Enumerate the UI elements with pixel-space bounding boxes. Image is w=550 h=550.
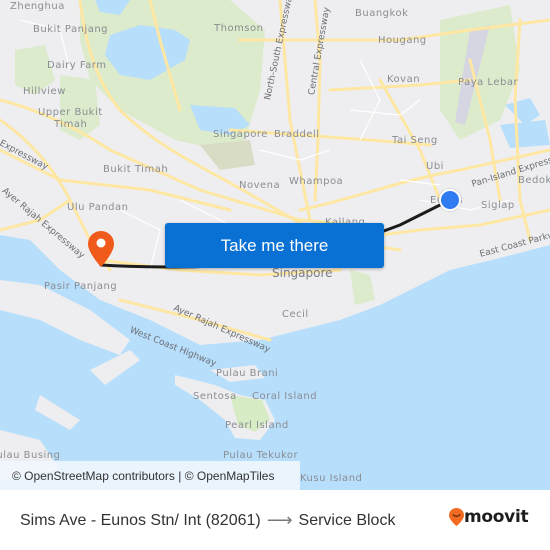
place-label: Braddell: [274, 129, 320, 140]
place-label: Bedok: [518, 175, 550, 186]
place-label: Bukit Timah: [103, 164, 169, 175]
place-label: Buangkok: [355, 8, 409, 19]
place-label: Novena: [239, 180, 281, 191]
place-label: Coral Island: [252, 391, 318, 402]
gardens-by-bay: [350, 270, 375, 305]
place-label: Hillview: [23, 86, 66, 97]
take-me-there-button[interactable]: Take me there: [165, 223, 384, 268]
arrow-right-icon: ⟶: [266, 510, 293, 530]
map-attribution[interactable]: © OpenStreetMap contributors | © OpenMap…: [0, 461, 300, 490]
moovit-pin-icon: [449, 508, 464, 526]
place-label: Hougang: [378, 35, 427, 46]
footer: Sims Ave - Eunos Stn/ Int (82061) ⟶ Serv…: [0, 490, 550, 550]
place-label: Whampoa: [289, 176, 344, 187]
golf-area: [200, 140, 255, 170]
place-label: Pasir Panjang: [44, 281, 118, 292]
brand-name: moovit: [464, 507, 529, 527]
place-label: Kusu Island: [300, 473, 363, 484]
place-label: Bukit Panjang: [33, 24, 109, 35]
origin-marker[interactable]: [439, 189, 461, 211]
lake: [500, 120, 550, 148]
place-label: Dairy Farm: [47, 60, 107, 71]
place-label: Ubi: [426, 161, 444, 172]
place-label: Paya Lebar: [458, 77, 519, 88]
place-label: Thomson: [214, 23, 264, 34]
place-label: Pulau Brani: [216, 368, 279, 379]
place-label: Zhenghua: [10, 1, 65, 12]
place-label: Siglap: [481, 200, 515, 211]
place-label: Kovan: [387, 74, 421, 85]
place-label: Upper Bukit: [38, 107, 103, 118]
place-label: Cecil: [282, 309, 309, 320]
lake: [505, 98, 540, 125]
place-label: Pulau Busing: [0, 450, 61, 461]
place-label: Sentosa: [193, 391, 237, 402]
destination-name: Service Block: [298, 511, 396, 529]
route-summary: Sims Ave - Eunos Stn/ Int (82061) ⟶ Serv…: [20, 510, 395, 531]
place-label: Pearl Island: [225, 420, 289, 431]
place-label: Tai Seng: [392, 135, 438, 146]
origin-name: Sims Ave - Eunos Stn/ Int (82061): [20, 511, 261, 529]
city-label: Singapore: [272, 266, 333, 280]
map[interactable]: Zhenghua Bukit Panjang Dairy Farm Hillvi…: [0, 0, 550, 490]
moovit-logo[interactable]: moovit: [449, 507, 529, 527]
place-label: Singapore: [213, 129, 268, 140]
place-label: Pulau Tekukor: [223, 450, 299, 461]
map-pin-icon: [88, 231, 114, 267]
place-label: Ulu Pandan: [67, 202, 129, 213]
place-label: Timah: [54, 119, 88, 130]
